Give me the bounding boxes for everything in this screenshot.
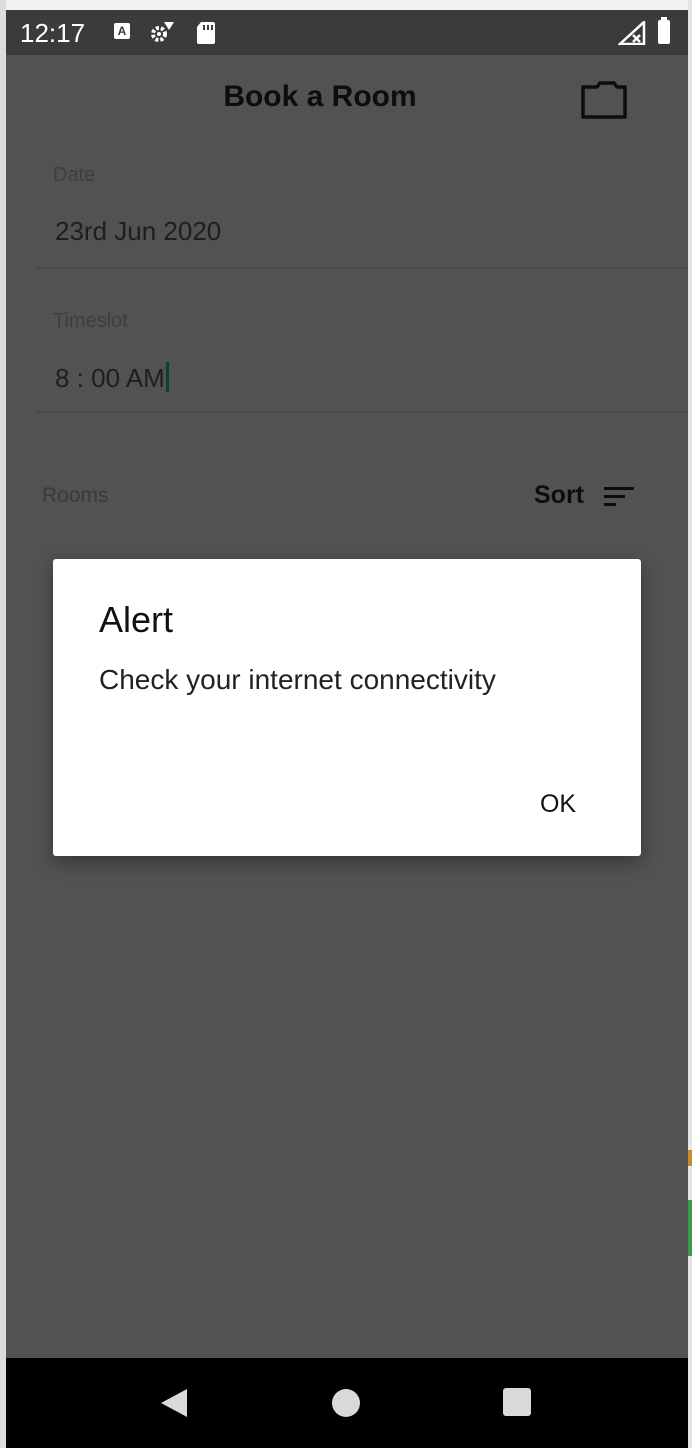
phone-screen: 12:17 A Book a Room Date 23rd Jun 2020 T…: [6, 10, 688, 1448]
signal-icon: [616, 19, 646, 50]
date-field[interactable]: 23rd Jun 2020: [55, 216, 221, 247]
timeslot-underline: [36, 411, 688, 413]
background-stripe: [688, 1200, 692, 1256]
keyboard-notification-icon: A: [114, 23, 130, 39]
date-underline: [36, 267, 688, 269]
dialog-title: Alert: [99, 599, 174, 640]
timeslot-field[interactable]: 8 : 00 AM: [55, 362, 169, 394]
recents-icon[interactable]: [503, 1388, 531, 1416]
navigation-bar: [6, 1358, 688, 1448]
timeslot-label: Timeslot: [53, 310, 128, 332]
background-stripe: [688, 1150, 692, 1166]
page-title: Book a Room: [223, 80, 417, 113]
status-time: 12:17: [20, 18, 86, 48]
dialog-message: Check your internet connectivity: [99, 664, 496, 695]
home-icon[interactable]: [332, 1389, 360, 1417]
date-label: Date: [53, 164, 96, 186]
background-window-right-edge: [688, 0, 692, 1448]
sort-icon[interactable]: [603, 485, 635, 514]
ok-button[interactable]: OK: [523, 781, 593, 827]
settings-notification-icon: [150, 20, 176, 49]
status-bar: 12:17 A: [6, 10, 688, 55]
back-icon[interactable]: [159, 1387, 189, 1424]
folder-icon[interactable]: [580, 78, 628, 125]
text-cursor: [165, 362, 169, 392]
rooms-label: Rooms: [42, 484, 109, 507]
background-window-top: [0, 0, 692, 10]
alert-dialog: Alert Check your internet connectivity O…: [53, 559, 641, 856]
timeslot-value: 8 : 00 AM: [55, 363, 165, 393]
sort-button[interactable]: Sort: [534, 481, 584, 510]
sd-card-icon: [196, 21, 216, 50]
battery-icon: [658, 17, 670, 44]
